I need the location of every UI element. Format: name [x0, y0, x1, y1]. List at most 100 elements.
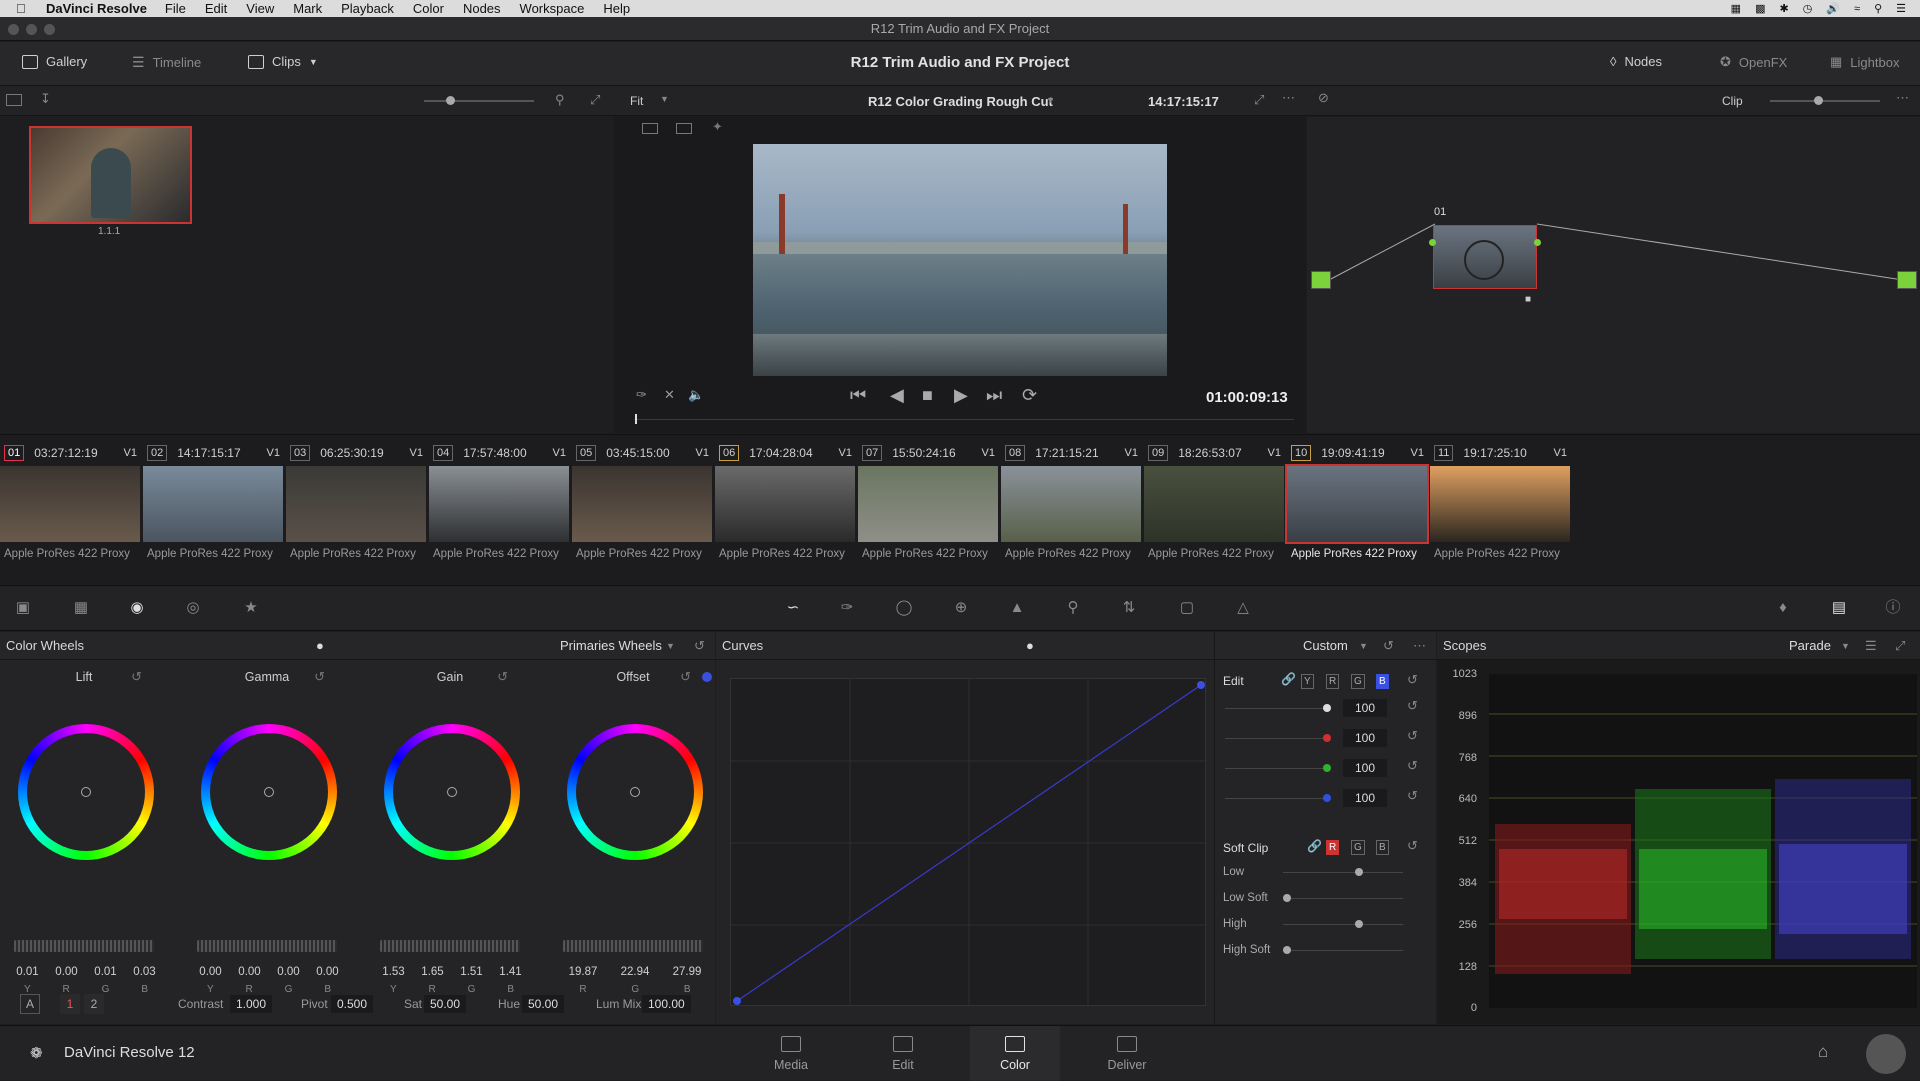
timemachine-icon[interactable]: ◷	[1803, 2, 1813, 15]
intensity-field[interactable]: 100	[1343, 759, 1387, 777]
expand-icon[interactable]: ⤢	[590, 92, 600, 108]
color-wheel-ring[interactable]	[384, 724, 520, 860]
bypass-icon[interactable]: ⊘	[1318, 90, 1329, 106]
timeline-clip-02[interactable]: 02 14:17:15:17 V1 Apple ProRes 422 Proxy	[143, 443, 286, 560]
curves-mode-dropdown[interactable]: Custom	[1303, 632, 1348, 660]
pivot-field[interactable]: 0.500	[331, 995, 374, 1013]
timeline-clip-05[interactable]: 05 03:45:15:00 V1 Apple ProRes 422 Proxy	[572, 443, 715, 560]
menu-workspace[interactable]: Workspace	[520, 1, 585, 16]
rgb-mixer-icon[interactable]: ◎	[184, 600, 202, 616]
openfx-button[interactable]: ✪ OpenFX	[1720, 54, 1787, 70]
timeline-clip-08[interactable]: 08 17:21:15:21 V1 Apple ProRes 422 Proxy	[1001, 443, 1144, 560]
bluetooth-icon[interactable]: ✱	[1779, 2, 1788, 15]
color-wheels-icon[interactable]: ◉	[128, 600, 146, 616]
master-wheel-jog[interactable]	[563, 940, 703, 952]
master-wheel-jog[interactable]	[14, 940, 154, 952]
wheel-value-field[interactable]: 1.51	[460, 966, 482, 978]
intensity-handle[interactable]	[1323, 764, 1331, 772]
softclip-handle[interactable]	[1283, 894, 1291, 902]
intensity-handle[interactable]	[1323, 704, 1331, 712]
stop-icon[interactable]: ■	[922, 385, 933, 406]
app-menu[interactable]: DaVinci Resolve	[46, 1, 147, 16]
wheel-value-field[interactable]: 0.01	[16, 966, 38, 978]
channel-b-button[interactable]: B	[1376, 674, 1389, 689]
apple-icon[interactable]: 	[16, 1, 36, 16]
menu-view[interactable]: View	[246, 1, 274, 16]
reset-icon[interactable]: ↺	[497, 669, 508, 685]
softclip-b-button[interactable]: B	[1376, 840, 1389, 855]
notification-icon[interactable]: ☰	[1896, 2, 1906, 15]
more-options-icon[interactable]: ⋯	[1282, 90, 1295, 106]
master-wheel-jog[interactable]	[380, 940, 520, 952]
clip-thumbnail[interactable]	[572, 466, 712, 542]
slider-handle[interactable]	[1814, 96, 1823, 105]
fit-dropdown[interactable]: Fit	[630, 94, 643, 108]
more-options-icon[interactable]: ⋯	[1896, 90, 1909, 106]
volume-icon[interactable]: 🔊	[1826, 2, 1840, 15]
softclip-slider[interactable]	[1283, 872, 1403, 873]
curve-handle[interactable]	[702, 672, 712, 682]
timeline-clip-06[interactable]: 06 17:04:28:04 V1 Apple ProRes 422 Proxy	[715, 443, 858, 560]
scrubber-bar[interactable]	[634, 414, 1294, 424]
eyedropper-icon[interactable]: ✑	[636, 387, 647, 403]
timeline-clip-07[interactable]: 07 15:50:24:16 V1 Apple ProRes 422 Proxy	[858, 443, 1001, 560]
airplay-icon[interactable]: ▩	[1755, 2, 1765, 15]
node-input-port[interactable]	[1429, 239, 1436, 246]
wheel-value-field[interactable]: 0.03	[133, 966, 155, 978]
channel-y-button[interactable]: Y	[1301, 674, 1314, 689]
intensity-field[interactable]: 100	[1343, 699, 1387, 717]
reset-icon[interactable]: ↺	[1407, 838, 1418, 854]
reset-icon[interactable]: ↺	[1407, 728, 1418, 744]
loop-icon[interactable]: ⟳	[1022, 385, 1037, 406]
reset-icon[interactable]: ↺	[1407, 672, 1418, 688]
node-output-port[interactable]	[1534, 239, 1541, 246]
timeline-clip-09[interactable]: 09 18:26:53:07 V1 Apple ProRes 422 Proxy	[1144, 443, 1287, 560]
softclip-handle[interactable]	[1355, 920, 1363, 928]
sat-field[interactable]: 50.00	[424, 995, 467, 1013]
qualifier-icon[interactable]: ✑	[838, 600, 856, 616]
timeline-clip-10[interactable]: 10 19:09:41:19 V1 Apple ProRes 422 Proxy	[1285, 443, 1430, 560]
timeline-name[interactable]: R12 Color Grading Rough Cut	[868, 94, 1053, 109]
auto-balance-button[interactable]: A	[20, 994, 40, 1014]
clip-thumbnail[interactable]	[429, 466, 569, 542]
output-node[interactable]	[1897, 271, 1917, 289]
intensity-handle[interactable]	[1323, 794, 1331, 802]
menu-nodes[interactable]: Nodes	[463, 1, 501, 16]
reset-icon[interactable]: ↺	[1407, 788, 1418, 804]
softclip-slider[interactable]	[1283, 898, 1403, 899]
motion-effects-icon[interactable]: ★	[242, 600, 260, 616]
3d-icon[interactable]: ▢	[1178, 600, 1196, 616]
clip-thumbnail[interactable]	[1144, 466, 1284, 542]
wheel-value-field[interactable]: 0.00	[55, 966, 77, 978]
close-icon[interactable]: ✕	[664, 387, 675, 403]
color-wheel-ring[interactable]	[201, 724, 337, 860]
softclip-slider[interactable]	[1283, 924, 1403, 925]
more-options-icon[interactable]: ⋯	[1413, 632, 1426, 660]
intensity-field[interactable]: 100	[1343, 729, 1387, 747]
go-to-end-icon[interactable]: ⏭	[986, 385, 1002, 406]
contrast-field[interactable]: 1.000	[230, 995, 273, 1013]
reset-icon[interactable]: ↺	[680, 669, 691, 685]
gallery-still[interactable]	[29, 126, 192, 224]
reset-icon[interactable]: ↺	[1383, 632, 1394, 660]
clip-thumbnail[interactable]	[1001, 466, 1141, 542]
home-icon[interactable]: ⌂	[1818, 1042, 1828, 1062]
wheel-value-field[interactable]: 1.65	[421, 966, 443, 978]
scope-mode-dropdown[interactable]: Parade	[1789, 632, 1831, 660]
channel-g-button[interactable]: G	[1351, 674, 1365, 689]
stereo-icon[interactable]: △	[1234, 600, 1252, 616]
intensity-slider[interactable]	[1225, 798, 1325, 799]
node-zoom-slider[interactable]	[1770, 96, 1880, 105]
minimize-window-button[interactable]	[26, 24, 37, 35]
page-color[interactable]: Color	[970, 1026, 1060, 1081]
wheel-center-handle[interactable]	[447, 787, 457, 797]
timeline-clip-01[interactable]: 01 03:27:12:19 V1 Apple ProRes 422 Proxy	[0, 443, 143, 560]
color-wheel-ring[interactable]	[18, 724, 154, 860]
wheel-value-field[interactable]: 0.00	[238, 966, 260, 978]
page-1-button[interactable]: 1	[60, 994, 80, 1014]
link-icon[interactable]: 🔗	[1281, 672, 1296, 686]
play-reverse-icon[interactable]: ◀	[890, 385, 904, 406]
page-edit[interactable]: Edit	[858, 1036, 948, 1072]
wheel-value-field[interactable]: 22.94	[621, 966, 650, 978]
blur-icon[interactable]: ▲	[1008, 600, 1026, 616]
